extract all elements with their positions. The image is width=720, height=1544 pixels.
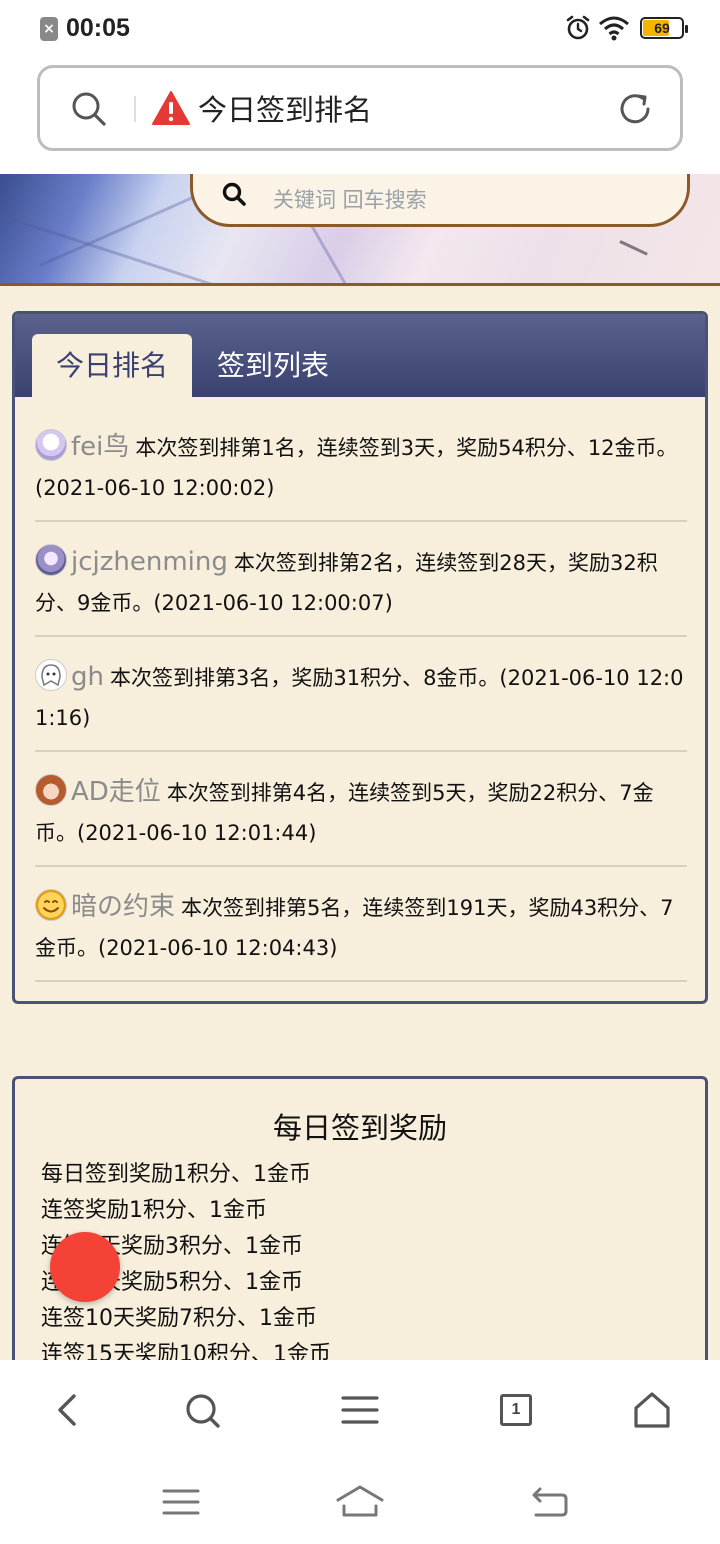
wifi-icon: [599, 16, 629, 41]
reward-item: 每日签到奖励1积分、1金币: [41, 1162, 311, 1187]
tabs-icon[interactable]: 1: [496, 1388, 540, 1432]
reward-item: 连签3天奖励3积分、1金币: [41, 1234, 303, 1259]
status-left: × 00:05: [40, 14, 130, 43]
avatar[interactable]: [35, 774, 67, 806]
status-bar: × 00:05 69: [0, 0, 720, 56]
username-link[interactable]: gh: [71, 662, 104, 692]
avatar[interactable]: [35, 544, 67, 576]
site-search-input[interactable]: [273, 183, 653, 217]
header-banner: [0, 174, 720, 286]
username-link[interactable]: AD走位: [71, 777, 161, 807]
banner-border: [0, 283, 720, 286]
ranking-list: fei鸟 本次签到排第1名，连续签到3天，奖励54积分、12金币。(2021-06…: [35, 417, 687, 992]
address-divider: [134, 96, 136, 122]
floating-action-button[interactable]: [50, 1232, 120, 1302]
reward-item: 连签5天奖励5积分、1金币: [41, 1270, 303, 1295]
avatar-smiley-icon: [43, 900, 59, 913]
page-title[interactable]: 今日签到排名: [198, 90, 372, 130]
tab-today-ranking[interactable]: 今日排名: [32, 334, 193, 397]
avatar[interactable]: [35, 659, 67, 691]
username-link[interactable]: 暗の约束: [71, 892, 175, 922]
home-icon[interactable]: [335, 1482, 385, 1522]
site-search-bar[interactable]: [190, 174, 690, 227]
avatar-face-icon: [41, 664, 61, 687]
search-icon[interactable]: [180, 1388, 224, 1432]
alarm-icon: [566, 15, 590, 40]
recents-icon[interactable]: [156, 1482, 206, 1522]
tab-strip: 今日排名 签到列表: [15, 314, 705, 397]
tab-checkin-list[interactable]: 签到列表: [193, 334, 353, 397]
browser-toolbar: 1: [0, 1360, 720, 1460]
tab-count: 1: [500, 1394, 532, 1426]
status-time: 00:05: [66, 14, 130, 42]
notification-close-icon: ×: [40, 16, 58, 41]
home-icon[interactable]: [630, 1388, 674, 1432]
battery-level: 69: [654, 20, 670, 36]
avatar[interactable]: [35, 889, 67, 921]
list-item: AD走位 本次签到排第4名，连续签到5天，奖励22积分、7金币。(2021-06-…: [35, 762, 687, 867]
status-right: 69: [564, 14, 688, 42]
refresh-icon[interactable]: [616, 90, 654, 128]
username-link[interactable]: fei鸟: [71, 432, 129, 462]
system-navigation-bar: [0, 1460, 720, 1544]
search-icon[interactable]: [70, 90, 108, 128]
back-icon[interactable]: [46, 1388, 90, 1432]
battery-tip: [685, 25, 688, 33]
reward-item: 连签奖励1积分、1金币: [41, 1198, 267, 1223]
avatar[interactable]: [35, 429, 67, 461]
menu-icon[interactable]: [338, 1388, 382, 1432]
banner-decoration: [0, 214, 248, 286]
address-area: 今日签到排名: [0, 56, 720, 174]
battery-icon: 69: [640, 17, 688, 39]
reward-title: 每日签到奖励: [272, 1111, 447, 1145]
list-item: fei鸟 本次签到排第1名，连续签到3天，奖励54积分、12金币。(2021-06…: [35, 417, 687, 522]
entry-text: 本次签到排第1名，连续签到3天，奖励54积分、12金币。(2021-06-10 …: [35, 436, 678, 500]
ranking-panel: 今日排名 签到列表 fei鸟 本次签到排第1名，连续签到3天，奖励54积分、12金…: [12, 311, 708, 1004]
reward-panel: 每日签到奖励 每日签到奖励1积分、1金币 连签奖励1积分、1金币 连签3天奖励3…: [12, 1076, 708, 1376]
warning-icon[interactable]: [152, 90, 190, 126]
banner-decoration: [619, 240, 648, 256]
list-item: jcjzhenming 本次签到排第2名，连续签到28天，奖励32积分、9金币。(…: [35, 532, 687, 637]
back-icon[interactable]: [524, 1482, 574, 1522]
address-bar[interactable]: 今日签到排名: [37, 65, 683, 151]
list-item: gh 本次签到排第3名，奖励31积分、8金币。(2021-06-10 12:01:…: [35, 647, 687, 752]
search-icon[interactable]: [221, 181, 247, 207]
list-item: 暗の约束 本次签到排第5名，连续签到191天，奖励43积分、7金币。(2021-0…: [35, 877, 687, 982]
reward-item: 连签10天奖励7积分、1金币: [41, 1306, 317, 1331]
reward-list: 每日签到奖励1积分、1金币 连签奖励1积分、1金币 连签3天奖励3积分、1金币 …: [41, 1157, 681, 1373]
username-link[interactable]: jcjzhenming: [71, 547, 228, 577]
entry-text: 本次签到排第3名，奖励31积分、8金币。(2021-06-10 12:01:16…: [35, 666, 684, 730]
